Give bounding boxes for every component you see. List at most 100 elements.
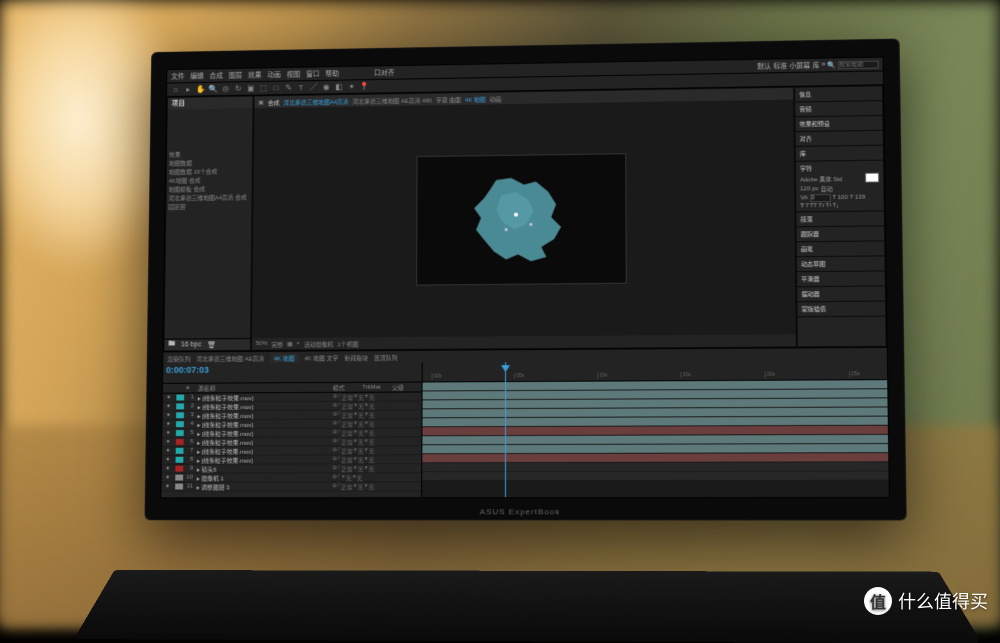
flow-icon[interactable]: ▣ — [258, 99, 264, 106]
color-tag[interactable] — [176, 403, 184, 409]
wiggler-panel[interactable]: 摆动器 — [797, 286, 885, 302]
bold-icon[interactable]: T — [800, 203, 804, 209]
time-ruler[interactable]: 00s 05s 10s 15s 20s 25s — [423, 360, 888, 383]
layer-switches[interactable]: ⊕/正常▾无▾无 — [333, 410, 422, 419]
color-tag[interactable] — [175, 466, 183, 472]
zoom-value[interactable]: 50% — [256, 341, 268, 347]
tl-tab-render[interactable]: 渲染队列 — [167, 354, 190, 363]
super-icon[interactable]: T¹ — [826, 203, 832, 209]
playhead[interactable] — [505, 362, 506, 497]
res-value[interactable]: 完整 — [271, 339, 283, 348]
ws-small[interactable]: 小屏幕 — [789, 60, 810, 70]
width-val[interactable]: T 100 — [832, 195, 848, 201]
zoom-tool-icon[interactable]: 🔍 — [208, 84, 218, 94]
font-name[interactable]: Adobe 黑体 Std — [800, 173, 863, 183]
layer-switches[interactable]: ⊕/正常▾无▾无 — [332, 428, 421, 437]
height-val[interactable]: T 139 — [850, 195, 866, 201]
color-tag[interactable] — [176, 448, 184, 454]
brush-tool-icon[interactable]: ／ — [309, 82, 319, 92]
stamp-tool-icon[interactable]: ◉ — [321, 82, 331, 92]
project-tree[interactable]: 效果 地图数据 地图数据 16个合成 4K地图 合成 地图模板 合成 河北承德三… — [165, 108, 253, 339]
menu-file[interactable]: 文件 — [171, 71, 185, 81]
color-tag[interactable] — [176, 439, 184, 445]
tl-tab-4[interactable]: 新闻版块 — [344, 353, 368, 362]
trash-icon[interactable]: 🗑 — [207, 341, 216, 349]
eraser-tool-icon[interactable]: ◧ — [334, 82, 344, 92]
small-caps-icon[interactable]: Tᴛ — [818, 203, 825, 209]
color-tag[interactable] — [176, 412, 184, 418]
tl-tab-1[interactable]: 河北承德三维地图 AE高清 — [196, 353, 264, 362]
viewer[interactable] — [252, 100, 796, 339]
para-panel[interactable]: 段落 — [796, 211, 884, 227]
menu-view[interactable]: 视图 — [287, 69, 301, 79]
layer-switches[interactable]: ⊕/正常▾无▾无 — [332, 482, 421, 491]
timeline-tracks[interactable]: 00s 05s 10s 15s 20s 25s — [422, 360, 889, 497]
color-tag[interactable] — [176, 395, 184, 401]
select-tool-icon[interactable]: ▸ — [183, 85, 193, 95]
visibility-icon[interactable]: ● — [162, 412, 174, 418]
visibility-icon[interactable]: ● — [162, 448, 174, 454]
menu-window[interactable]: 窗口 — [306, 69, 320, 79]
visibility-icon[interactable]: ● — [162, 484, 174, 490]
camera-tool-icon[interactable]: ▣ — [246, 83, 256, 93]
menu-help[interactable]: 帮助 — [325, 69, 339, 79]
visibility-icon[interactable]: ● — [162, 421, 174, 427]
layer-switches[interactable]: ⊕/正常▾无▾无 — [332, 446, 421, 455]
lib-panel[interactable]: 库 — [796, 146, 883, 162]
italic-icon[interactable]: T — [805, 203, 809, 209]
layer-switches[interactable]: ⊕/正常▾无▾无 — [332, 455, 421, 464]
menu-anim[interactable]: 动画 — [267, 70, 281, 80]
comp-tab-4[interactable]: 动画 — [490, 94, 502, 103]
kern-input[interactable] — [810, 194, 830, 202]
fill-swatch[interactable] — [865, 173, 879, 183]
menu-comp[interactable]: 合成 — [209, 71, 223, 81]
visibility-icon[interactable]: ● — [163, 403, 175, 409]
menu-edit[interactable]: 编辑 — [190, 71, 204, 81]
color-tag[interactable] — [175, 475, 183, 481]
color-tag[interactable] — [176, 457, 184, 463]
mask-icon[interactable]: ◐ — [297, 341, 301, 347]
leading[interactable]: 自动 — [820, 184, 832, 193]
layer-list[interactable]: ●1▸ [线条粒子效果.mov]⊕/正常▾无▾无●2▸ [线条粒子效果.mov]… — [161, 392, 421, 497]
layer-switches[interactable]: ⊕/正常▾无▾无 — [333, 401, 422, 410]
visibility-icon[interactable]: ● — [162, 475, 174, 481]
comp-tab-2[interactable]: 字幕 曲面 — [436, 95, 461, 104]
grid-icon[interactable]: ▦ — [287, 340, 293, 347]
pan-behind-icon[interactable]: ⬚ — [258, 83, 268, 93]
tracker-panel[interactable]: 跟踪器 — [797, 226, 885, 242]
comp-tab-1[interactable]: 河北承德三维地图 AE高清 480 — [352, 95, 431, 105]
layer-switches[interactable]: ⊕/正常▾无▾无 — [333, 419, 422, 428]
info-panel[interactable]: 信息 — [795, 86, 882, 102]
bit-depth[interactable]: 16 bpc — [181, 341, 202, 348]
smoother-panel[interactable]: 平滑器 — [797, 271, 885, 287]
views-value[interactable]: 1个视图 — [337, 339, 358, 348]
brush-panel[interactable]: 画笔 — [797, 241, 885, 257]
caps-icon[interactable]: TT — [810, 203, 818, 209]
tl-tab-3[interactable]: 4K 地图 文字 — [304, 353, 338, 362]
visibility-icon[interactable]: ● — [162, 457, 174, 463]
pen-tool-icon[interactable]: ✎ — [284, 83, 294, 93]
text-tool-icon[interactable]: T — [296, 83, 306, 93]
camera-value[interactable]: 活动摄像机 — [304, 339, 333, 348]
visibility-icon[interactable]: ● — [162, 439, 174, 445]
more-icon[interactable]: » — [821, 62, 825, 69]
mask-interp-panel[interactable]: 蒙版插值 — [797, 302, 885, 318]
ws-lib[interactable]: 库 — [812, 60, 819, 70]
new-bin-icon[interactable]: 🖿 — [168, 340, 175, 351]
visibility-icon[interactable]: ● — [163, 395, 175, 401]
color-tag[interactable] — [176, 430, 184, 436]
orbit-tool-icon[interactable]: ◎ — [221, 84, 231, 94]
color-tag[interactable] — [175, 484, 183, 490]
menu-layer[interactable]: 图层 — [229, 70, 243, 80]
color-tag[interactable] — [176, 421, 184, 427]
audio-panel[interactable]: 音频 — [795, 101, 882, 117]
align-panel[interactable]: 对齐 — [796, 131, 883, 147]
visibility-icon[interactable]: ● — [162, 466, 174, 472]
comp-title[interactable]: 河北承德三维地图A4高清 — [283, 96, 348, 106]
visibility-icon[interactable]: ● — [162, 430, 174, 436]
puppet-tool-icon[interactable]: 📍 — [359, 82, 369, 92]
roto-tool-icon[interactable]: ✦ — [347, 82, 357, 92]
shape-tool-icon[interactable]: □ — [271, 83, 281, 93]
rotate-tool-icon[interactable]: ↻ — [233, 84, 243, 94]
layer-switches[interactable]: ⊕/正常▾无▾无 — [332, 464, 421, 473]
